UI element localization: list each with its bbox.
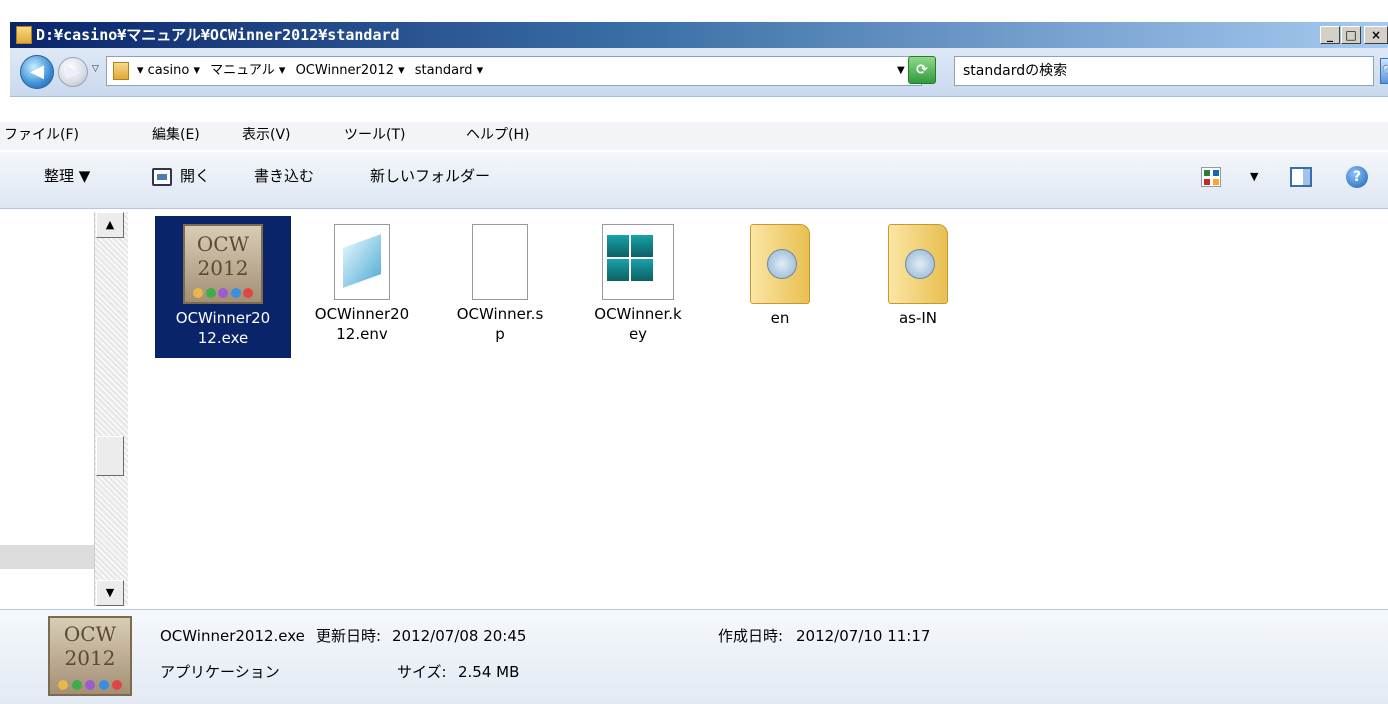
back-arrow-icon: ◀ [30, 61, 44, 82]
details-size-value: 2.54 MB [458, 663, 520, 681]
change-view-icon[interactable] [1201, 167, 1221, 187]
open-button[interactable]: 開く [180, 164, 210, 188]
file-item-ocwinner2012-env[interactable]: OCWinner20 12.env [294, 216, 430, 344]
icon-text: OCW [63, 622, 117, 646]
forward-button[interactable]: ▶ [58, 57, 88, 87]
file-label: OCWinner.s [456, 305, 544, 323]
menu-view[interactable]: 表示(V) [242, 124, 291, 146]
preview-pane-icon[interactable] [1290, 167, 1312, 187]
views-dropdown[interactable]: ▼ [1250, 170, 1258, 183]
folder-icon [750, 224, 810, 304]
file-label: ey [628, 325, 648, 343]
file-item-ocwinner-key[interactable]: OCWinner.k ey [570, 216, 706, 344]
details-size-label: サイズ: [397, 663, 447, 681]
details-type: アプリケーション [160, 663, 280, 681]
folder-item-as-in[interactable]: as-IN [850, 216, 986, 328]
file-label: 12.exe [197, 329, 249, 347]
ocw-app-icon: OCW 2012 [48, 616, 132, 696]
file-label: en [770, 309, 790, 327]
search-icon[interactable]: 🔍 [1380, 58, 1388, 84]
organize-button[interactable]: 整理 ▼ [44, 164, 90, 188]
minimize-button[interactable]: _ [1320, 26, 1340, 44]
file-label: OCWinner20 [314, 305, 410, 323]
open-icon [152, 168, 172, 186]
address-toolbar: ◀ ▶ ▽ ▾ casino ▾ マニュアル ▾ OCWinner2012 ▾ … [10, 48, 1388, 97]
scroll-thumb[interactable] [96, 436, 124, 476]
forward-arrow-icon: ▶ [66, 61, 80, 82]
back-button[interactable]: ◀ [20, 55, 54, 89]
details-pane [0, 609, 1388, 704]
scroll-up-button[interactable]: ▲ [96, 212, 124, 238]
new-folder-button[interactable]: 新しいフォルダー [370, 164, 490, 188]
breadcrumb-ocwinner2012[interactable]: OCWinner2012 ▾ [296, 63, 405, 78]
folder-icon [888, 224, 948, 304]
details-modified-value: 2012/07/08 20:45 [392, 627, 527, 645]
search-field[interactable]: standardの検索 [954, 56, 1374, 86]
blank-file-icon [472, 224, 528, 300]
details-created-label: 作成日時: [718, 627, 784, 645]
breadcrumb-manual[interactable]: マニュアル ▾ [210, 63, 285, 78]
navigation-selected-item[interactable] [0, 545, 94, 569]
refresh-icon: ⟳ [916, 62, 928, 78]
maximize-button[interactable]: □ [1341, 26, 1361, 44]
address-dropdown[interactable]: ▼ [897, 57, 905, 85]
breadcrumb-casino[interactable]: ▾ casino ▾ [137, 63, 200, 78]
folder-icon [113, 62, 129, 80]
scroll-down-button[interactable]: ▼ [96, 580, 124, 606]
document-icon [334, 224, 390, 300]
burn-button[interactable]: 書き込む [254, 164, 314, 188]
refresh-button[interactable]: ⟳ [908, 56, 936, 84]
window-title: D:¥casino¥マニュアル¥OCWinner2012¥standard [36, 26, 400, 44]
menu-file[interactable]: ファイル(F) [4, 124, 79, 146]
icon-text: 2012 [197, 256, 249, 280]
search-input[interactable]: standardの検索 [963, 57, 1067, 85]
menu-tools[interactable]: ツール(T) [344, 124, 405, 146]
history-dropdown[interactable]: ▽ [92, 64, 99, 74]
menu-bar [0, 122, 1388, 150]
registry-file-icon [602, 224, 674, 300]
file-label: p [495, 325, 505, 343]
icon-text: 2012 [64, 646, 116, 670]
breadcrumb: ▾ casino ▾ マニュアル ▾ OCWinner2012 ▾ standa… [137, 57, 489, 85]
file-item-ocwinner2012-exe[interactable]: OCW 2012 OCWinner20 12.exe [155, 216, 291, 358]
folder-item-en[interactable]: en [712, 216, 848, 328]
menu-help[interactable]: ヘルプ(H) [466, 124, 529, 146]
file-label: OCWinner.k [594, 305, 682, 323]
details-created-value: 2012/07/10 11:17 [796, 627, 931, 645]
details-modified-label: 更新日時: [316, 627, 382, 645]
file-label: 12.env [336, 325, 388, 343]
folder-icon [16, 26, 32, 44]
menu-edit[interactable]: 編集(E) [152, 124, 200, 146]
scrollbar[interactable] [94, 212, 128, 606]
help-icon[interactable]: ? [1346, 166, 1368, 188]
file-label: OCWinner20 [175, 309, 271, 327]
details-filename: OCWinner2012.exe [160, 627, 305, 645]
breadcrumb-standard[interactable]: standard ▾ [415, 63, 483, 78]
icon-text: OCW [196, 232, 250, 256]
address-bar[interactable]: ▾ casino ▾ マニュアル ▾ OCWinner2012 ▾ standa… [106, 56, 922, 86]
file-item-ocwinner-sp[interactable]: OCWinner.s p [432, 216, 568, 344]
file-label: as-IN [898, 309, 938, 327]
close-button[interactable]: × [1364, 26, 1388, 44]
ocw-app-icon: OCW 2012 [183, 224, 263, 304]
